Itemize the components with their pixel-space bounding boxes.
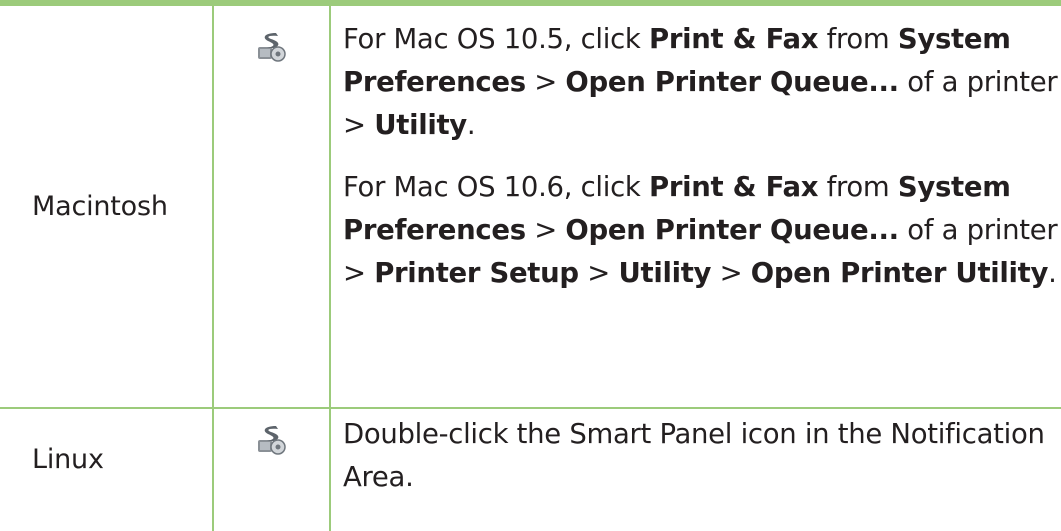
os-name-cell: Macintosh [0, 6, 214, 409]
mac-10-6-instructions: For Mac OS 10.6, click Print & Fax from … [343, 171, 1058, 289]
linux-instructions: Double-click the Smart Panel icon in the… [343, 418, 1045, 493]
icon-cell [213, 408, 331, 531]
smart-panel-icon [254, 422, 329, 460]
table-row: Linux Double-click the Smart Panel icon … [0, 408, 1061, 531]
table-row: Macintosh For Mac OS 10.5, click Print &… [0, 6, 1061, 409]
description-cell: Double-click the Smart Panel icon in the… [330, 408, 1061, 531]
description-cell: For Mac OS 10.5, click Print & Fax from … [330, 6, 1061, 409]
smart-panel-icon [254, 29, 329, 67]
icon-cell [213, 6, 331, 409]
mac-10-5-instructions: For Mac OS 10.5, click Print & Fax from … [343, 23, 1058, 141]
os-table: Macintosh For Mac OS 10.5, click Print &… [0, 6, 1061, 531]
os-name: Linux [32, 444, 104, 475]
os-name-cell: Linux [0, 408, 214, 531]
os-name: Macintosh [32, 191, 168, 222]
